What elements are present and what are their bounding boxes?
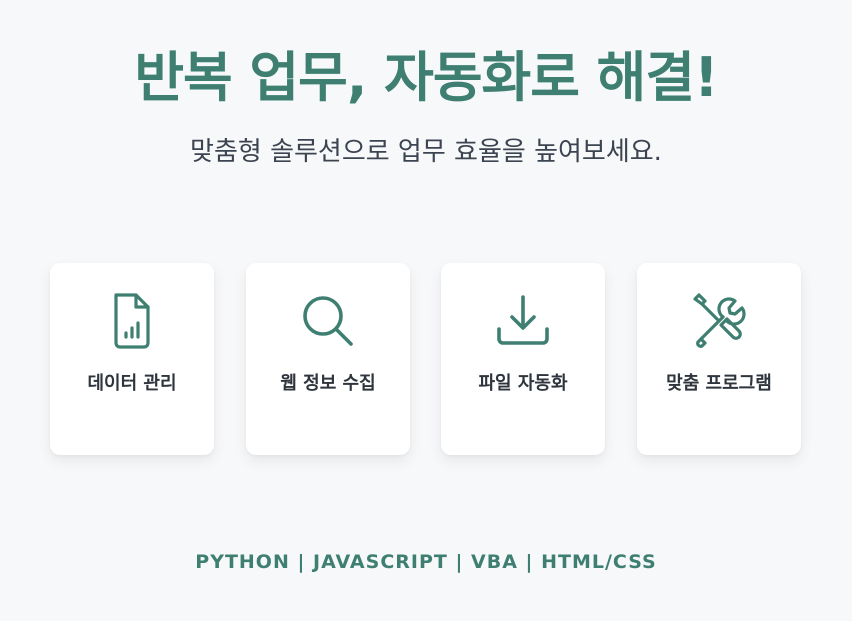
service-cards: 데이터 관리 웹 정보 수집 파일 자동화 맞춤 프로그램	[50, 263, 802, 455]
service-card-file-automation[interactable]: 파일 자동화	[441, 263, 605, 455]
service-card-label: 웹 정보 수집	[280, 373, 376, 394]
hero-subtitle: 맞춤형 솔루션으로 업무 효율을 높여보세요.	[190, 137, 662, 167]
service-card-web-scraping[interactable]: 웹 정보 수집	[246, 263, 410, 455]
service-card-label: 맞춤 프로그램	[666, 373, 772, 394]
tech-stack: PYTHON | JAVASCRIPT | VBA | HTML/CSS	[195, 551, 657, 573]
tools-icon	[689, 291, 749, 351]
service-card-label: 파일 자동화	[478, 373, 568, 394]
search-icon	[298, 291, 358, 351]
file-chart-icon	[102, 291, 162, 351]
service-card-label: 데이터 관리	[87, 373, 177, 394]
download-icon	[493, 291, 553, 351]
service-card-custom-program[interactable]: 맞춤 프로그램	[637, 263, 801, 455]
hero-title: 반복 업무, 자동화로 해결!	[134, 46, 718, 109]
service-card-data-management[interactable]: 데이터 관리	[50, 263, 214, 455]
